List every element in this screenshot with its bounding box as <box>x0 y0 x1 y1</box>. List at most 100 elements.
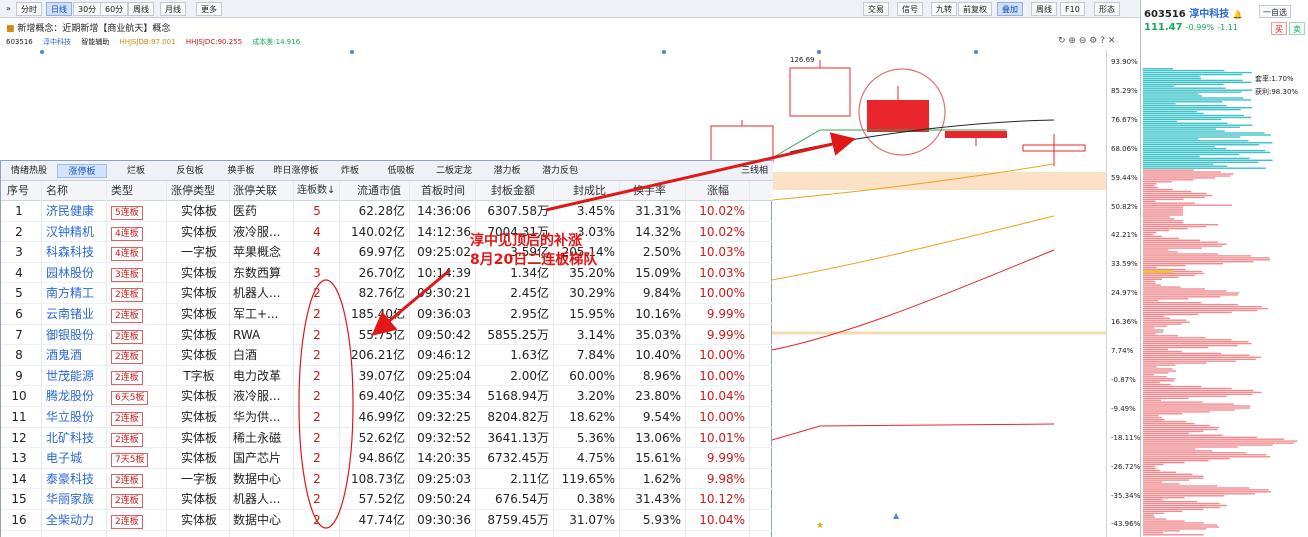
stock-name-link[interactable]: 御银股份 <box>46 325 106 345</box>
tab-0[interactable]: 情绪热股 <box>3 164 55 178</box>
stock-name-link[interactable]: 酒鬼酒 <box>46 345 106 365</box>
tool-button-3[interactable]: 前复权 <box>958 2 992 16</box>
candle-highlight[interactable] <box>867 100 929 132</box>
stock-name-link[interactable]: 汉钟精机 <box>46 222 106 242</box>
tool-button-5[interactable]: 周线 <box>1031 2 1057 16</box>
table-row[interactable]: 3 科森科技 4连板 一字板 苹果概念 4 69.97亿 09:25:02 3.59亿 205.1… <box>1 242 773 263</box>
expand-icon[interactable]: » <box>2 2 15 16</box>
stock-name-link[interactable]: 南方精工 <box>46 283 106 303</box>
cost-bar <box>1143 502 1220 505</box>
tab-6[interactable]: 炸板 <box>328 164 372 178</box>
table-row[interactable]: 11 华立股份 2连板 实体板 华为供... 2 46.99亿 09:32:25 8204.82… <box>1 407 773 428</box>
tool-button-1[interactable]: 信号 <box>897 2 923 16</box>
table-row[interactable]: 14 泰豪科技 2连板 一字板 数据中心 2 108.73亿 09:25:03 2.11亿 119… <box>1 469 773 490</box>
column-header-1[interactable]: 名称 <box>46 181 68 201</box>
column-header-0[interactable]: 序号 <box>7 181 29 201</box>
bell-icon[interactable]: 🔔 <box>1233 10 1243 19</box>
stock-name-link[interactable]: 泰豪科技 <box>46 469 106 489</box>
stock-name-link[interactable]: 华立股份 <box>46 407 106 427</box>
cost-bar <box>1143 278 1162 280</box>
help-icon[interactable]: ? <box>1100 36 1105 46</box>
column-header-9[interactable]: 封成比 <box>573 181 606 201</box>
column-header-2[interactable]: 类型 <box>111 181 133 201</box>
tool-button-4[interactable]: 叠加 <box>997 2 1023 16</box>
table-row[interactable]: 5 南方精工 2连板 实体板 机器人... 2 82.76亿 09:30:21 2.45亿 30.… <box>1 283 773 304</box>
stock-name-link[interactable]: 园林股份 <box>46 263 106 283</box>
stock-name[interactable]: 淳中科技 <box>1189 9 1229 20</box>
settings-icon[interactable]: ⚙ <box>1089 36 1097 46</box>
column-header-5[interactable]: 连板数↓ <box>297 181 335 201</box>
tool-button-7[interactable]: 形态 <box>1094 2 1120 16</box>
column-header-4[interactable]: 涨停关联 <box>233 181 277 201</box>
tab-8[interactable]: 二板定龙 <box>429 164 479 178</box>
table-row[interactable]: 7 御银股份 2连板 实体板 RWA 2 55.75亿 09:50:42 5855.25万 3.1… <box>1 325 773 346</box>
stock-name-link[interactable]: 云南锗业 <box>46 304 106 324</box>
column-header-3[interactable]: 涨停类型 <box>171 181 215 201</box>
self-select-button[interactable]: 一自选 <box>1259 5 1291 18</box>
tool-button-6[interactable]: F10 <box>1060 2 1085 16</box>
column-header-6[interactable]: 流通市值 <box>357 181 401 201</box>
board-badge: 4连板 <box>111 226 143 241</box>
tab-5[interactable]: 昨日涨停板 <box>267 164 325 178</box>
stock-name-link[interactable]: 华丽家族 <box>46 489 106 509</box>
table-row[interactable]: 6 云南锗业 2连板 实体板 军工+... 2 185.40亿 09:36:03 2.95亿 15… <box>1 304 773 325</box>
period-button-6[interactable]: 更多 <box>196 2 222 16</box>
cost-bar <box>1143 196 1206 199</box>
tab-4[interactable]: 换手板 <box>219 164 263 178</box>
table-row[interactable]: 9 世茂能源 2连板 T字板 电力改革 2 39.07亿 09:25:04 2.00亿 60.00… <box>1 366 773 387</box>
limit-type: 实体板 <box>180 204 217 218</box>
first-limit-time: 14:12:36 <box>417 224 471 239</box>
sell-button[interactable]: 卖 <box>1289 22 1305 35</box>
table-row[interactable]: 13 电子城 7天5板 实体板 国产芯片 2 94.86亿 14:20:35 6732.45万 4… <box>1 448 773 469</box>
column-header-7[interactable]: 首板时间 <box>421 181 465 201</box>
candle[interactable] <box>945 131 1007 138</box>
period-button-5[interactable]: 月线 <box>160 2 186 16</box>
column-header-10[interactable]: 换手率 <box>633 181 666 201</box>
table-row[interactable]: 12 北矿科技 2连板 实体板 稀土永磁 2 52.62亿 09:32:52 3641.13万 5… <box>1 428 773 449</box>
tool-button-2[interactable]: 九转 <box>931 2 957 16</box>
tool-button-0[interactable]: 交易 <box>863 2 889 16</box>
candle[interactable] <box>710 125 774 163</box>
period-button-1[interactable]: 日线 <box>46 2 72 16</box>
table-row[interactable]: 10 腾龙股份 6天5板 实体板 液冷服... 2 69.40亿 09:35:34 5168.9… <box>1 386 773 407</box>
add-icon[interactable]: ⊕ <box>1068 36 1076 46</box>
tab-7[interactable]: 低吸板 <box>379 164 423 178</box>
close-icon[interactable]: ✕ <box>1108 36 1116 46</box>
table-row[interactable]: 2 汉钟精机 4连板 实体板 液冷服... 4 140.02亿 14:12:36 7004.31… <box>1 222 773 243</box>
info-name[interactable]: 淳中科技 <box>43 38 71 46</box>
limit-up-table-window: 情绪热股 涨停板 烂板 反包板 换手板 昨日涨停板 炸板 低吸板 二板定龙 潜力板 潜力反包 三线相 … <box>0 160 773 537</box>
candle[interactable] <box>789 67 851 117</box>
zoom-out-icon[interactable]: ⊖ <box>1079 36 1087 46</box>
info-item-assist[interactable]: 智能辅助 <box>81 38 109 46</box>
buy-button[interactable]: 买 <box>1271 22 1287 35</box>
cost-bar <box>1143 255 1252 257</box>
tab-1[interactable]: 涨停板 <box>57 164 107 178</box>
column-header-11[interactable]: 涨幅 <box>707 181 729 201</box>
table-row[interactable]: 16 全柴动力 2连板 实体板 数据中心 2 47.74亿 09:30:36 8759.45万 3… <box>1 510 773 531</box>
cost-bar <box>1143 153 1240 156</box>
period-button-3[interactable]: 60分 <box>100 2 129 16</box>
stock-name-link[interactable]: 世茂能源 <box>46 366 106 386</box>
refresh-icon[interactable]: ↻ <box>1058 36 1066 46</box>
tab-9[interactable]: 潜力板 <box>485 164 529 178</box>
period-button-2[interactable]: 30分 <box>73 2 102 16</box>
table-row[interactable]: 15 华丽家族 2连板 实体板 机器人... 2 57.52亿 09:50:24 676.54万… <box>1 489 773 510</box>
stock-name-link[interactable]: 电子城 <box>46 448 106 468</box>
stock-name-link[interactable]: 科森科技 <box>46 242 106 262</box>
table-row[interactable]: 4 园林股份 3连板 实体板 东数西算 3 26.70亿 10:14:39 1.34亿 35.20… <box>1 263 773 284</box>
tab-3[interactable]: 反包板 <box>166 164 214 178</box>
table-row[interactable]: 8 酒鬼酒 2连板 实体板 白酒 2 206.21亿 09:46:12 1.63亿 7.84% 10… <box>1 345 773 366</box>
period-button-0[interactable]: 分时 <box>16 2 42 16</box>
cost-bar <box>1143 292 1240 294</box>
column-header-8[interactable]: 封板金额 <box>491 181 535 201</box>
stock-name-link[interactable]: 济民健康 <box>46 201 106 221</box>
cost-distribution-chart[interactable] <box>1141 40 1308 537</box>
period-button-4[interactable]: 周线 <box>128 2 154 16</box>
table-row[interactable]: 1 济民健康 5连板 实体板 医药 5 62.28亿 14:36:06 6307.58万 3.45… <box>1 201 773 222</box>
stock-name-link[interactable]: 腾龙股份 <box>46 386 106 406</box>
tab-2[interactable]: 烂板 <box>113 164 159 178</box>
stock-name-link[interactable]: 全柴动力 <box>46 510 106 530</box>
tab-10[interactable]: 潜力反包 <box>535 164 585 178</box>
stock-name-link[interactable]: 北矿科技 <box>46 428 106 448</box>
tab-extra[interactable]: 三线相 <box>741 164 773 178</box>
